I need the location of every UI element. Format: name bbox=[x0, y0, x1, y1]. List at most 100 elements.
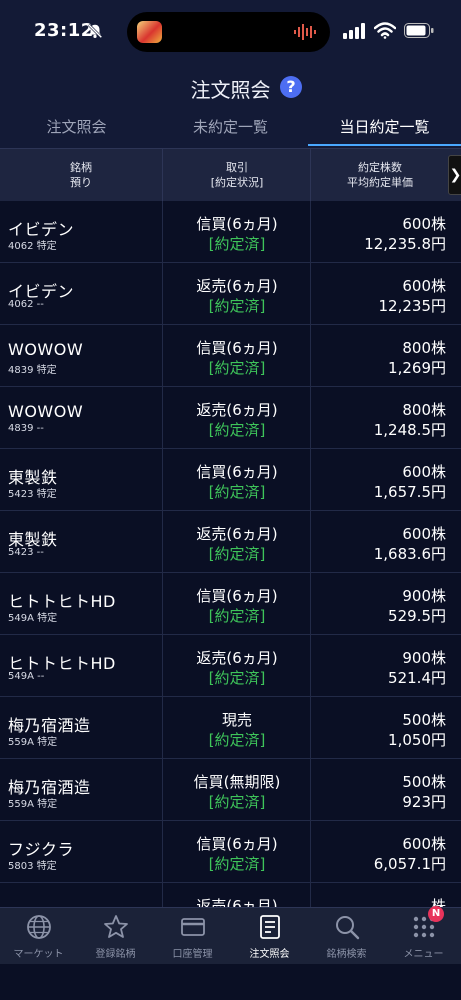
execution-status: [約定済] bbox=[208, 607, 266, 625]
stock-code: 4839 -- bbox=[8, 423, 44, 434]
quantity-cell: 800株 1,248.5円 bbox=[310, 387, 461, 448]
trade-type: 信買(6ヵ月) bbox=[196, 215, 278, 233]
column-header-average-price: 平均約定単価 bbox=[347, 176, 413, 189]
trade-type: 返売(6ヵ月) bbox=[196, 525, 278, 543]
execution-status: [約定済] bbox=[208, 669, 266, 687]
stock-code: 5423 特定 bbox=[8, 489, 57, 500]
table-row[interactable]: ヒトトヒトHD 549A -- 返売(6ヵ月) [約定済] 900株 521.4円 bbox=[0, 635, 461, 697]
nav-account[interactable]: 口座管理 bbox=[154, 908, 231, 965]
executed-quantity: 900株 bbox=[402, 649, 446, 667]
column-header-executed-shares: 約定株数 bbox=[358, 161, 402, 174]
trade-type: 信買(6ヵ月) bbox=[196, 587, 278, 605]
table-row[interactable]: 梅乃宿酒造 559A 特定 現売 [約定済] 500株 1,050円 bbox=[0, 697, 461, 759]
now-playing-artwork bbox=[137, 21, 162, 43]
tab-today-executed-list[interactable]: 当日約定一覧 bbox=[308, 112, 461, 148]
stock-code: 549A -- bbox=[8, 671, 45, 682]
nav-order-inquiry[interactable]: 注文照会 bbox=[231, 908, 308, 965]
status-bar: 23:12 bbox=[0, 0, 461, 62]
stock-code: 4839 特定 bbox=[8, 365, 57, 376]
stock-cell: WOWOW 4839 -- bbox=[0, 387, 162, 448]
tab-bar: 注文照会 未約定一覧 当日約定一覧 bbox=[0, 112, 461, 148]
quantity-cell: 600株 1,683.6円 bbox=[310, 511, 461, 572]
nav-stock-search[interactable]: 銘柄検索 bbox=[308, 908, 385, 965]
execution-status: [約定済] bbox=[208, 359, 266, 377]
table-row[interactable]: イビデン 4062 特定 信買(6ヵ月) [約定済] 600株 12,235.8円 bbox=[0, 201, 461, 263]
tab-order-inquiry[interactable]: 注文照会 bbox=[0, 112, 153, 148]
tab-unexecuted-list[interactable]: 未約定一覧 bbox=[154, 112, 307, 148]
tab-label: 未約定一覧 bbox=[192, 118, 268, 136]
trade-cell: 返売(6ヵ月) bbox=[162, 883, 311, 907]
table-row[interactable]: ヒトトヒトHD 549A 特定 信買(6ヵ月) [約定済] 900株 529.5円 bbox=[0, 573, 461, 635]
trade-type: 返売(6ヵ月) bbox=[196, 649, 278, 667]
nav-menu[interactable]: メニュー bbox=[385, 908, 461, 965]
average-price: 6,057.1円 bbox=[373, 855, 446, 873]
tab-label: 当日約定一覧 bbox=[339, 118, 430, 136]
column-header-stock: 銘柄 預り bbox=[0, 149, 162, 201]
executed-quantity: 500株 bbox=[402, 711, 446, 729]
stock-code: 559A 特定 bbox=[8, 799, 58, 810]
bottom-navigation: マーケット 登録銘柄 口座管理 注文照会 銘柄検索 メニュー bbox=[0, 907, 461, 965]
clock: 23:12 bbox=[34, 20, 94, 41]
executed-quantity: 株 bbox=[430, 897, 446, 907]
star-icon bbox=[104, 915, 128, 938]
nav-market[interactable]: マーケット bbox=[0, 908, 77, 965]
trade-cell: 信買(無期限) [約定済] bbox=[162, 759, 311, 820]
executed-quantity: 800株 bbox=[402, 401, 446, 419]
table-row[interactable]: フジクラ 5803 特定 信買(6ヵ月) [約定済] 600株 6,057.1円 bbox=[0, 821, 461, 883]
nav-watchlist[interactable]: 登録銘柄 bbox=[77, 908, 154, 965]
executed-quantity: 900株 bbox=[402, 587, 446, 605]
table-row[interactable]: 梅乃宿酒造 559A 特定 信買(無期限) [約定済] 500株 923円 bbox=[0, 759, 461, 821]
executed-orders-list: イビデン 4062 特定 信買(6ヵ月) [約定済] 600株 12,235.8円 イ… bbox=[0, 201, 461, 907]
stock-name: WOWOW bbox=[8, 402, 84, 421]
executed-quantity: 600株 bbox=[402, 835, 446, 853]
table-row[interactable]: WOWOW 4839 特定 信買(6ヵ月) [約定済] 800株 1,269円 bbox=[0, 325, 461, 387]
column-header-stock-name: 銘柄 bbox=[70, 161, 92, 174]
table-row[interactable]: 東製鉄 5423 -- 返売(6ヵ月) [約定済] 600株 1,683.6円 bbox=[0, 511, 461, 573]
bell-muted-icon bbox=[87, 23, 103, 39]
table-row[interactable]: WOWOW 4839 -- 返売(6ヵ月) [約定済] 800株 1,248.5円 bbox=[0, 387, 461, 449]
stock-code: 4062 特定 bbox=[8, 241, 57, 252]
stock-cell: イビデン 4062 -- bbox=[0, 263, 162, 324]
trade-cell: 返売(6ヵ月) [約定済] bbox=[162, 635, 311, 696]
quantity-cell: 900株 521.4円 bbox=[310, 635, 461, 696]
stock-cell: ヒトトヒトHD 549A -- bbox=[0, 635, 162, 696]
executed-quantity: 600株 bbox=[402, 215, 446, 233]
new-badge: N bbox=[428, 906, 444, 922]
search-icon bbox=[336, 916, 360, 940]
table-row[interactable]: 返売(6ヵ月) 株 bbox=[0, 883, 461, 907]
nav-label: マーケット bbox=[13, 949, 64, 960]
wifi-icon bbox=[374, 22, 396, 39]
stock-cell: 梅乃宿酒造 559A 特定 bbox=[0, 759, 162, 820]
execution-status: [約定済] bbox=[208, 731, 266, 749]
trade-cell: 返売(6ヵ月) [約定済] bbox=[162, 263, 311, 324]
quantity-cell: 800株 1,269円 bbox=[310, 325, 461, 386]
stock-cell: 東製鉄 5423 特定 bbox=[0, 449, 162, 510]
quantity-cell: 株 bbox=[310, 883, 461, 907]
executed-quantity: 800株 bbox=[402, 339, 446, 357]
trade-type: 返売(6ヵ月) bbox=[196, 897, 278, 907]
table-header: 銘柄 預り 取引 [約定状況] 約定株数 平均約定単価 ❯ bbox=[0, 148, 461, 202]
executed-quantity: 600株 bbox=[402, 463, 446, 481]
nav-label: 銘柄検索 bbox=[326, 949, 367, 960]
scroll-columns-right-button[interactable]: ❯ bbox=[448, 155, 461, 195]
audio-waveform-icon bbox=[294, 24, 316, 40]
stock-code: 4062 -- bbox=[8, 299, 44, 310]
quantity-cell: 900株 529.5円 bbox=[310, 573, 461, 634]
table-row[interactable]: 東製鉄 5423 特定 信買(6ヵ月) [約定済] 600株 1,657.5円 bbox=[0, 449, 461, 511]
trade-type: 信買(6ヵ月) bbox=[196, 835, 278, 853]
average-price: 529.5円 bbox=[388, 607, 446, 625]
stock-code: 5803 特定 bbox=[8, 861, 57, 872]
document-icon bbox=[260, 915, 280, 939]
app-header: 注文照会 ? bbox=[0, 62, 461, 112]
card-icon bbox=[181, 918, 205, 936]
battery-icon bbox=[404, 23, 434, 38]
table-row[interactable]: イビデン 4062 -- 返売(6ヵ月) [約定済] 600株 12,235円 bbox=[0, 263, 461, 325]
quantity-cell: 500株 923円 bbox=[310, 759, 461, 820]
help-icon[interactable]: ? bbox=[280, 76, 302, 98]
trade-type: 現売 bbox=[221, 711, 252, 729]
execution-status: [約定済] bbox=[208, 793, 266, 811]
average-price: 923円 bbox=[402, 793, 446, 811]
stock-cell bbox=[0, 883, 162, 907]
execution-status: [約定済] bbox=[208, 545, 266, 563]
stock-code: 5423 -- bbox=[8, 547, 44, 558]
